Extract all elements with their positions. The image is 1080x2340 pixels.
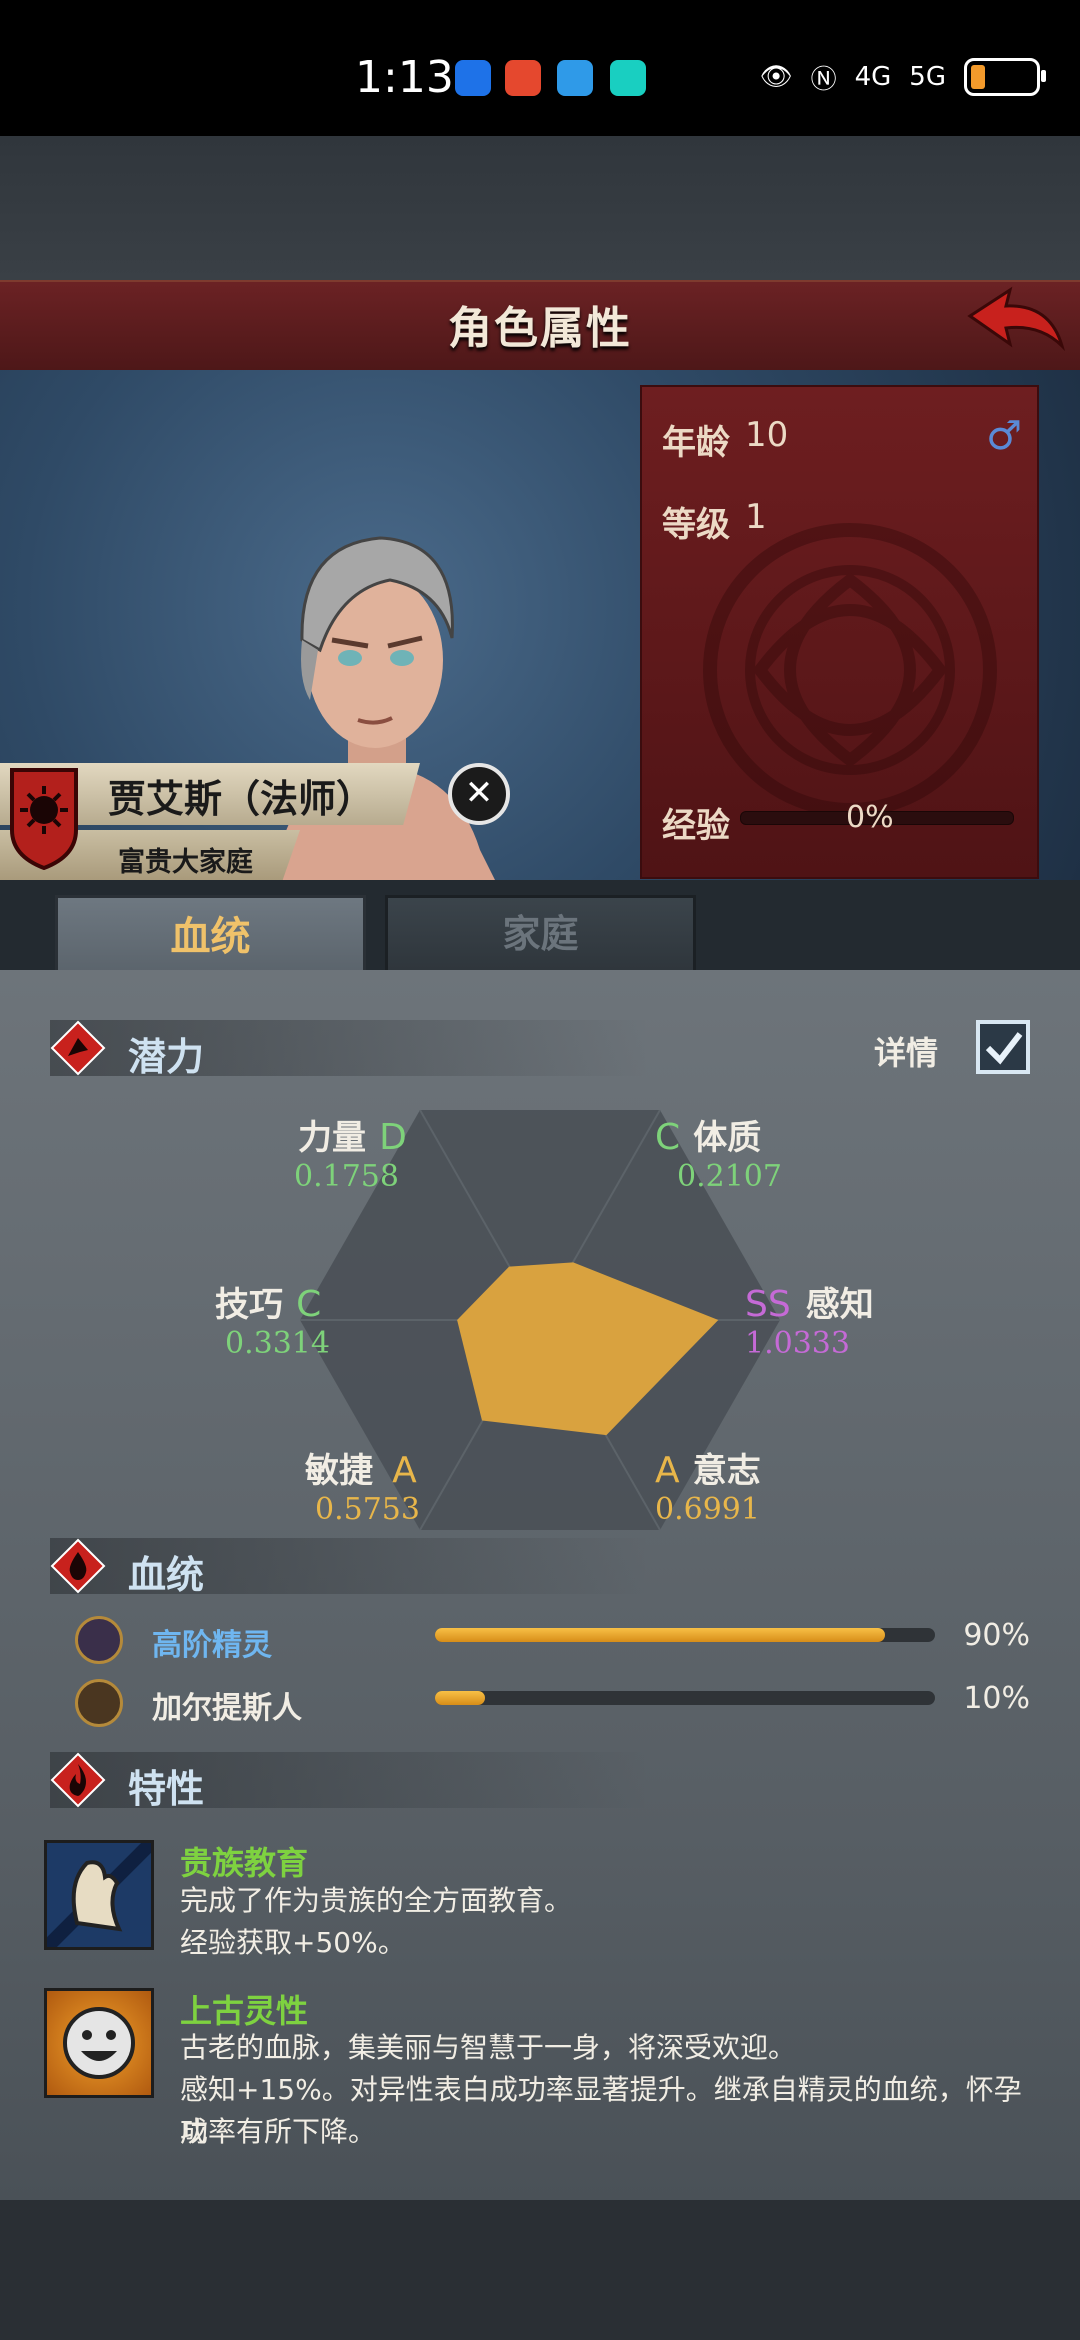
galtis-emblem-icon bbox=[75, 1679, 123, 1727]
bloodline-title: 血统 bbox=[128, 1553, 205, 1597]
bloodline-bar bbox=[435, 1691, 935, 1705]
tab-bloodline[interactable]: 血统 bbox=[55, 895, 366, 979]
header-background bbox=[0, 136, 1080, 281]
status-time: 1:13 bbox=[355, 52, 454, 103]
blood-drop-icon bbox=[50, 1538, 106, 1594]
bloodline-percent: 90% bbox=[963, 1618, 1030, 1653]
potential-diamond-icon bbox=[50, 1020, 106, 1076]
xp-label: 经验 bbox=[662, 806, 730, 846]
signal-5g-icon: 5G bbox=[909, 62, 946, 92]
character-name: 贾艾斯（法师） bbox=[108, 777, 375, 821]
male-gender-icon: ♂ bbox=[986, 413, 1022, 459]
back-arrow-icon[interactable] bbox=[966, 286, 1066, 362]
stat-perception: SS 感知 1.0333 bbox=[745, 1284, 874, 1361]
battery-icon bbox=[964, 58, 1046, 96]
stat-constitution: C 体质 0.2107 bbox=[655, 1117, 782, 1194]
bloodline-bar bbox=[435, 1628, 935, 1642]
xp-percent: 0% bbox=[846, 800, 894, 835]
stat-strength: 力量 D 0.1758 bbox=[294, 1117, 407, 1194]
nfc-icon: Ⓝ bbox=[810, 64, 837, 95]
trait-description: 经验获取+50%。 bbox=[180, 1926, 406, 1959]
level-label: 等级 bbox=[662, 505, 730, 545]
age-value: 10 bbox=[745, 415, 789, 455]
checkmark-icon bbox=[985, 1032, 1023, 1065]
status-right-icons: 👁 Ⓝ 4G 5G bbox=[759, 58, 1046, 96]
age-label: 年龄 bbox=[662, 423, 730, 463]
bloodline-name: 高阶精灵 bbox=[152, 1628, 272, 1663]
bottom-area bbox=[0, 2200, 1080, 2340]
trait-description: 完成了作为贵族的全方面教育。 bbox=[180, 1884, 573, 1917]
traits-title: 特性 bbox=[128, 1767, 205, 1811]
celtic-knot-emblem bbox=[703, 523, 997, 817]
noble-education-trait-icon bbox=[44, 1840, 154, 1950]
battery-saver-notification-icon bbox=[505, 60, 541, 96]
bloodline-bar-fill bbox=[435, 1691, 485, 1705]
flame-icon bbox=[50, 1752, 106, 1808]
detail-checkbox[interactable] bbox=[976, 1020, 1030, 1074]
family-crest-icon bbox=[10, 768, 78, 870]
close-icon[interactable]: ✕ bbox=[448, 763, 510, 825]
taptap-notification-icon bbox=[610, 60, 646, 96]
family-name: 富贵大家庭 bbox=[118, 847, 253, 878]
trait-description: 古老的血脉，集美丽与智慧于一身，将深受欢迎。 bbox=[180, 2031, 797, 2064]
eye-icon: 👁 bbox=[759, 62, 793, 92]
trait-description: 功率有所下降。 bbox=[180, 2115, 377, 2148]
stat-will: A 意志 0.6991 bbox=[655, 1450, 761, 1527]
bloodline-name: 加尔提斯人 bbox=[152, 1691, 302, 1726]
bloodline-percent: 10% bbox=[963, 1681, 1030, 1716]
trait-name: 贵族教育 bbox=[180, 1844, 309, 1882]
stat-skill: 技巧 C 0.3314 bbox=[215, 1284, 330, 1361]
level-value: 1 bbox=[745, 497, 767, 537]
app-notification-icon bbox=[455, 60, 491, 96]
high-elf-emblem-icon bbox=[75, 1616, 123, 1664]
signal-4g-icon: 4G bbox=[854, 62, 892, 92]
bloodline-row-high-elf: 高阶精灵 90% bbox=[70, 1616, 1030, 1664]
page-title: 角色属性 bbox=[448, 303, 632, 354]
bloodline-bar-fill bbox=[435, 1628, 885, 1642]
detail-label: 详情 bbox=[873, 1034, 938, 1072]
tab-family[interactable]: 家庭 bbox=[385, 895, 696, 973]
trait-name: 上古灵性 bbox=[180, 1992, 309, 2030]
ancient-spirit-trait-icon bbox=[44, 1988, 154, 2098]
potential-title: 潜力 bbox=[128, 1035, 205, 1079]
bloodline-row-galtis: 加尔提斯人 10% bbox=[70, 1679, 1030, 1727]
message-notification-icon bbox=[557, 60, 593, 96]
stat-agility: 敏捷 A 0.5753 bbox=[305, 1450, 420, 1527]
